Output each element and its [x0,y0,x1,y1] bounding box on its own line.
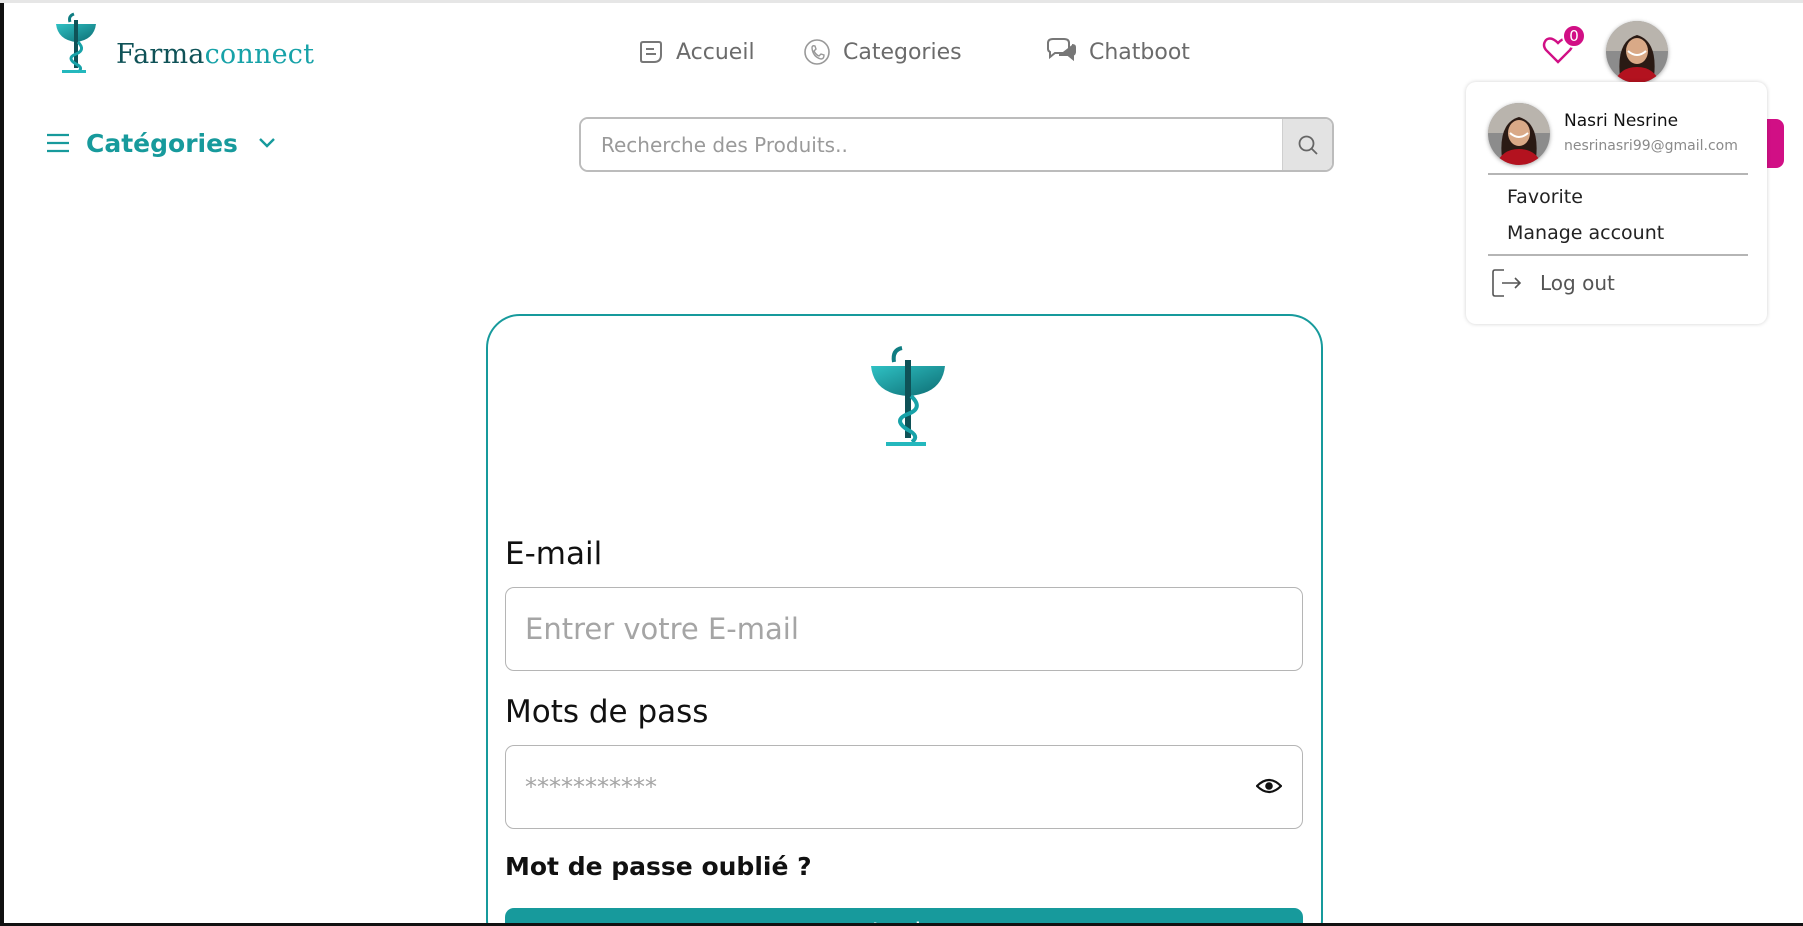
eye-icon[interactable] [1256,776,1282,796]
email-field[interactable] [506,588,1302,670]
chevron-down-icon [259,138,275,148]
medical-categories-icon [804,39,830,65]
brand-name: Farmaconnect [116,38,315,70]
window-left-edge [0,0,4,926]
search-input[interactable] [581,119,1282,170]
nav-categories-label: Categories [843,39,962,65]
favorites-count-badge: 0 [1562,24,1586,48]
logout-label: Log out [1540,271,1615,295]
menu-item-favorite[interactable]: Favorite [1507,186,1583,208]
login-card: E-mail Mots de pass Mot de passe oublié … [486,314,1323,926]
password-label: Mots de pass [505,694,709,730]
nav-accueil-label: Accueil [676,39,755,65]
forgot-password-link[interactable]: Mot de passe oublié ? [505,852,812,881]
avatar-photo-icon [1606,21,1668,83]
caduceus-logo-icon [871,346,945,446]
chat-bubbles-icon [1047,38,1076,62]
categories-dropdown[interactable]: Catégories [46,125,276,161]
caduceus-logo-icon [56,12,96,74]
search-button[interactable] [1282,119,1332,170]
nav-accueil[interactable]: Accueil [638,32,755,72]
user-name: Nasri Nesrine [1564,111,1679,131]
password-field[interactable] [506,746,1302,828]
search-icon [1298,135,1318,155]
email-field-wrapper [505,587,1303,671]
brand-logo[interactable]: Farmaconnect [54,10,314,80]
user-menu: Nasri Nesrine nesrinasri99@gmail.com Fav… [1466,82,1767,324]
logout-icon [1492,269,1522,297]
logout-button[interactable]: Log out [1490,267,1615,299]
email-label: E-mail [505,536,603,572]
user-menu-avatar [1488,103,1550,165]
menu-item-manage-account[interactable]: Manage account [1507,222,1664,244]
hamburger-menu-icon [47,133,69,153]
user-avatar[interactable] [1606,21,1668,83]
nav-categories[interactable]: Categories [803,32,962,72]
user-email: nesrinasri99@gmail.com [1564,138,1738,154]
menu-divider [1488,173,1748,175]
categories-dropdown-label: Catégories [86,128,238,158]
window-top-edge [0,0,1803,3]
menu-divider [1488,254,1748,256]
home-chat-icon [640,41,662,63]
product-search [579,117,1334,172]
nav-chatboot[interactable]: Chatboot [1045,32,1190,72]
password-field-wrapper [505,745,1303,829]
avatar-photo-icon [1488,103,1550,165]
nav-chatboot-label: Chatboot [1089,39,1190,65]
